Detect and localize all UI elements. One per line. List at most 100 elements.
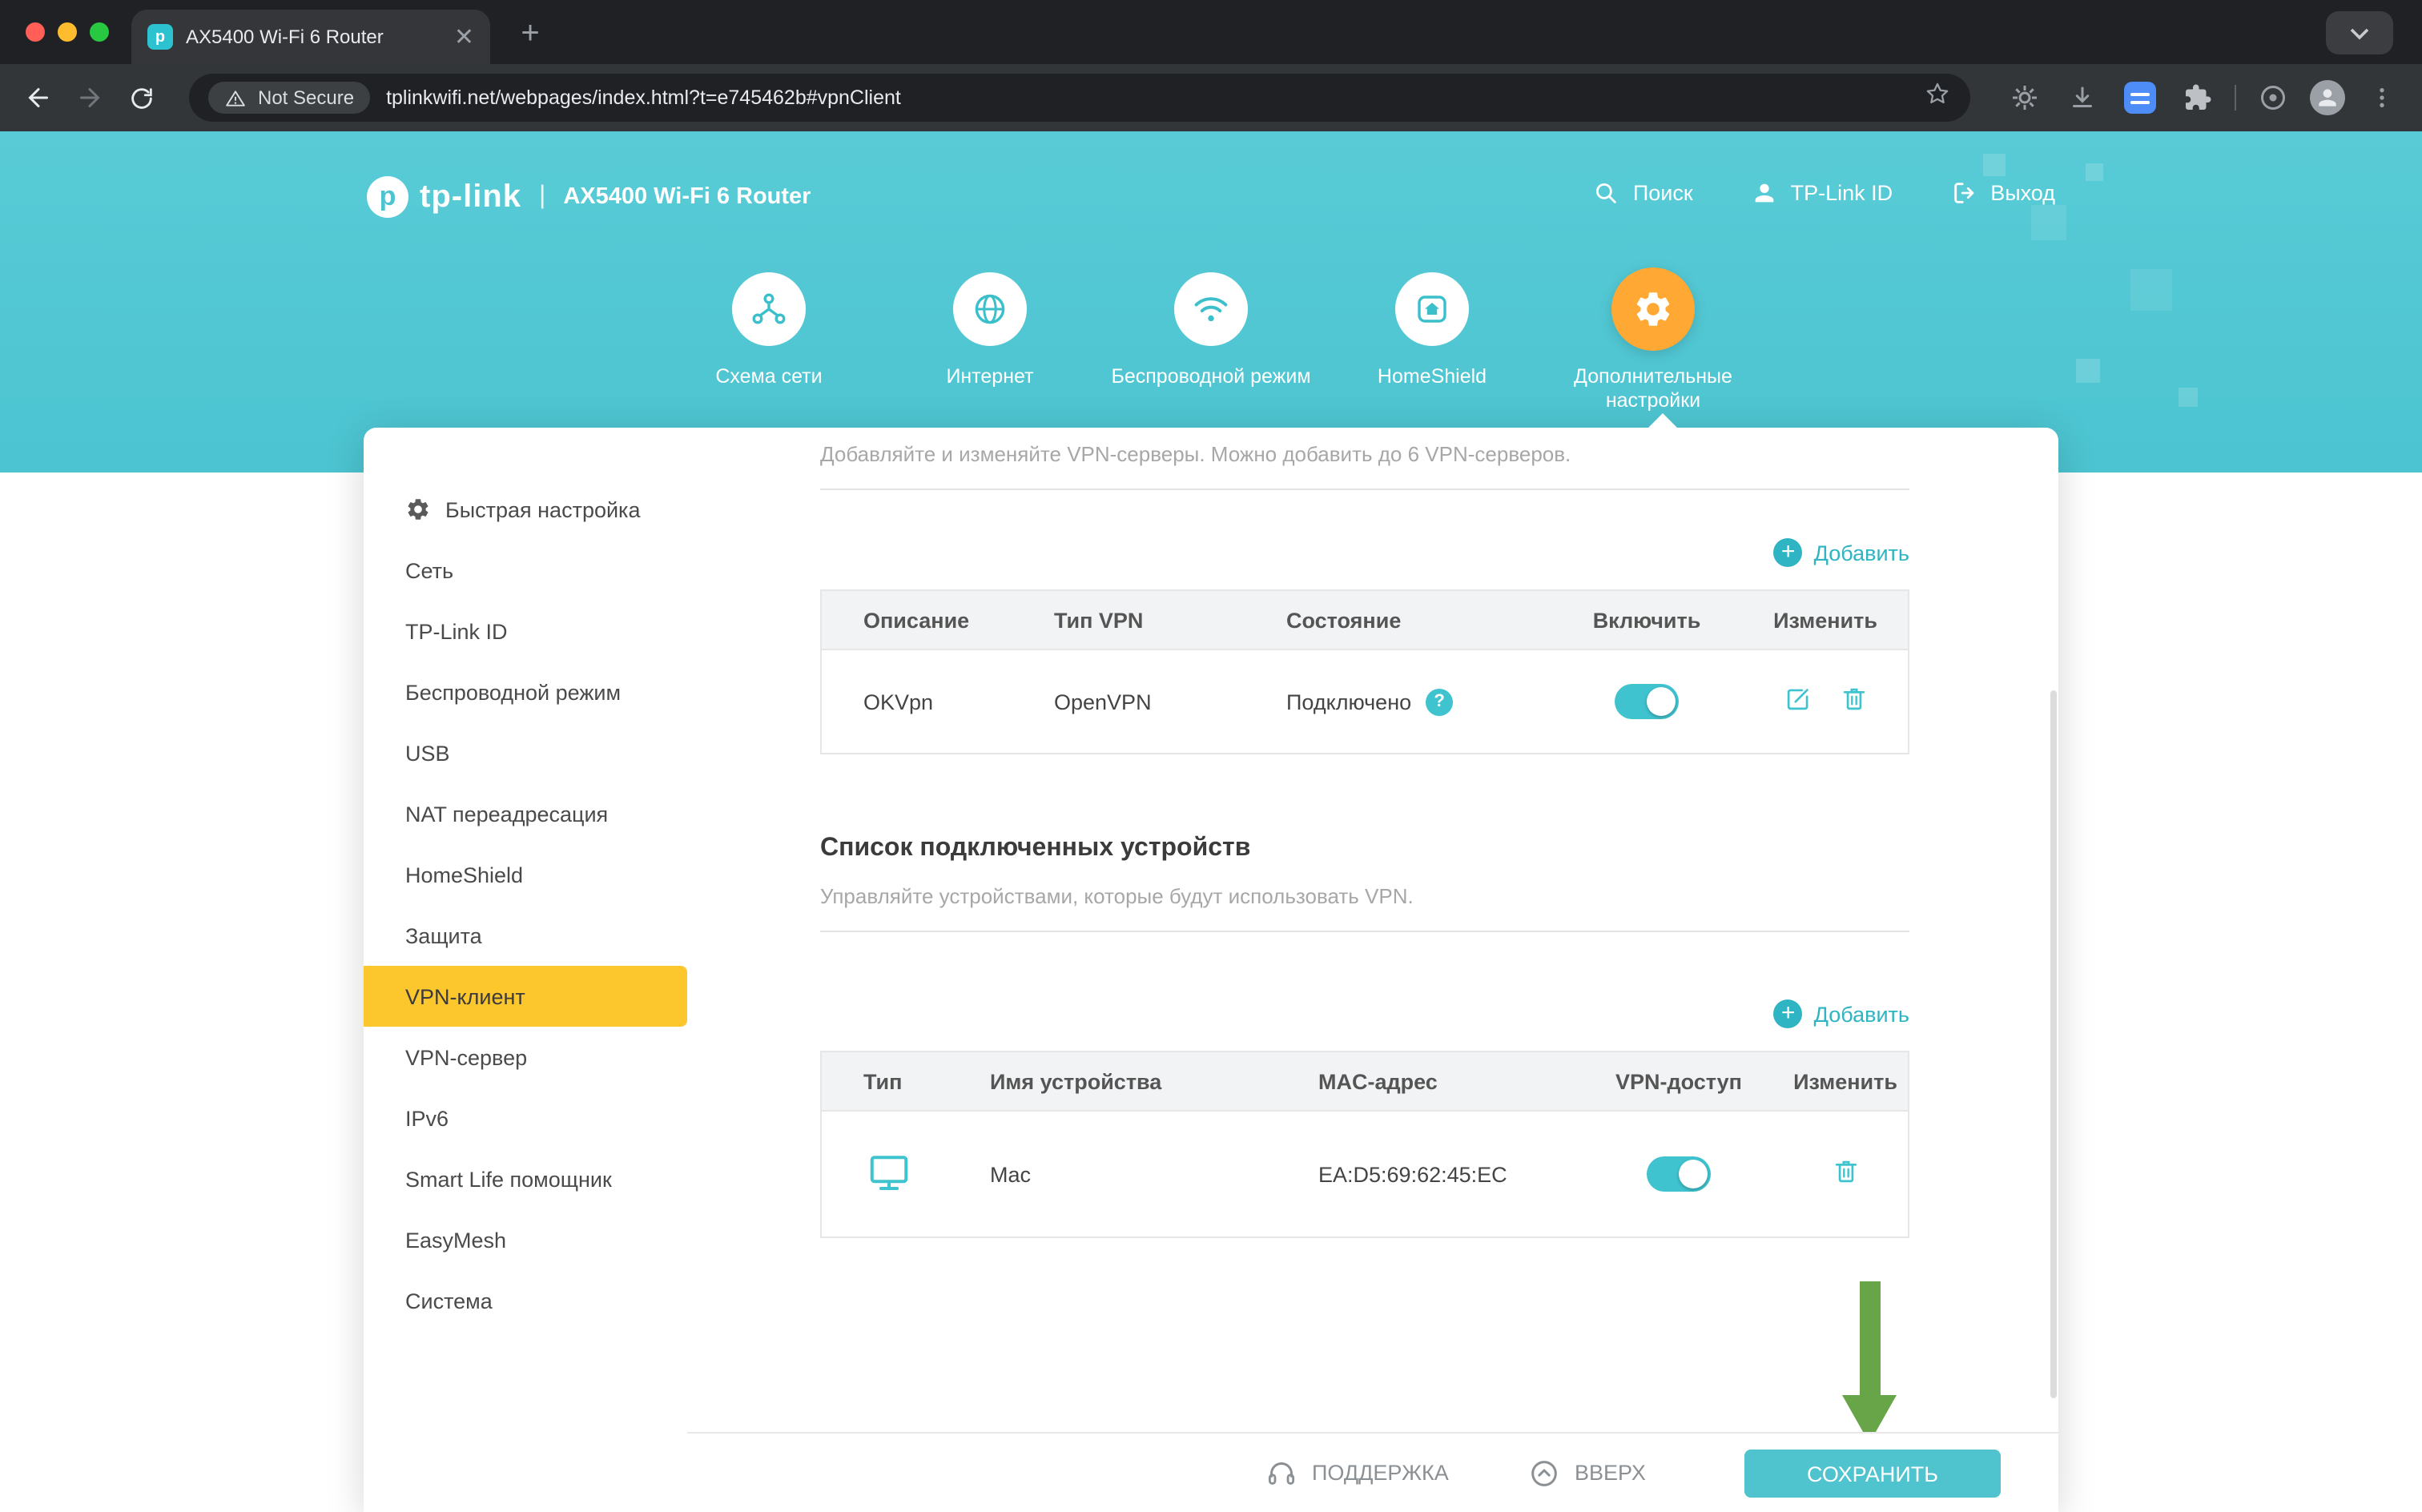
trash-icon[interactable] bbox=[1838, 684, 1869, 719]
sidebar-item-tplink-id[interactable]: TP-Link ID bbox=[364, 601, 687, 662]
device-name-cell: Mac bbox=[974, 1162, 1302, 1186]
tab-search-chevron-icon[interactable] bbox=[2326, 11, 2393, 54]
logout-icon bbox=[1950, 179, 1977, 207]
sidebar-item-security[interactable]: Защита bbox=[364, 905, 687, 966]
sidebar-item-label: Защита bbox=[405, 923, 482, 947]
brand-row: p tp-link | AX5400 Wi-Fi 6 Router bbox=[367, 173, 811, 221]
forward-button[interactable] bbox=[64, 74, 115, 122]
devices-section-title: Список подключенных устройств bbox=[820, 834, 1909, 863]
sidebar-item-network[interactable]: Сеть bbox=[364, 540, 687, 601]
devices-description: Управляйте устройствами, которые будут и… bbox=[820, 884, 1909, 932]
sidebar-item-quick-setup[interactable]: Быстрая настройка bbox=[364, 479, 687, 540]
card-footer: ПОДДЕРЖКА ВВЕРХ СОХРАНИТЬ bbox=[687, 1432, 2058, 1512]
vpn-description-cell: OKVpn bbox=[822, 690, 1038, 714]
help-icon[interactable]: ? bbox=[1426, 688, 1453, 715]
tplink-id-action[interactable]: TP-Link ID bbox=[1751, 179, 1893, 207]
browser-menu-icon[interactable] bbox=[2361, 77, 2403, 119]
edit-icon[interactable] bbox=[1782, 684, 1812, 719]
sidebar-item-label: TP-Link ID bbox=[405, 619, 508, 643]
gear-icon bbox=[1611, 267, 1695, 351]
sidebar-item-usb[interactable]: USB bbox=[364, 722, 687, 783]
nav-item-homeshield[interactable]: HomeShield bbox=[1322, 266, 1543, 413]
nav-label: Схема сети bbox=[658, 365, 879, 389]
sidebar-item-vpn-client[interactable]: VPN-клиент bbox=[364, 966, 687, 1027]
browser-toolbar: Not Secure tplinkwifi.net/webpages/index… bbox=[0, 64, 2422, 131]
col-status: Состояние bbox=[1270, 608, 1551, 632]
new-tab-button[interactable]: + bbox=[509, 13, 551, 54]
sidebar-item-label: Беспроводной режим bbox=[405, 680, 621, 704]
table-header: Тип Имя устройства MAC-адрес VPN-доступ … bbox=[822, 1052, 1908, 1112]
vpn-servers-description: Добавляйте и изменяйте VPN-серверы. Можн… bbox=[820, 428, 1909, 490]
sidebar-item-vpn-server[interactable]: VPN-сервер bbox=[364, 1027, 687, 1088]
sidebar-item-nat[interactable]: NAT переадресация bbox=[364, 783, 687, 844]
sidebar-item-ipv6[interactable]: IPv6 bbox=[364, 1088, 687, 1148]
headphones-icon bbox=[1265, 1457, 1298, 1489]
browser-tab[interactable]: p AX5400 Wi-Fi 6 Router ✕ bbox=[131, 10, 490, 64]
security-label: Not Secure bbox=[258, 86, 354, 109]
support-label: ПОДДЕРЖКА bbox=[1312, 1461, 1449, 1485]
col-vpn-type: Тип VPN bbox=[1038, 608, 1270, 632]
scroll-up-button[interactable]: ВВЕРХ bbox=[1528, 1434, 1646, 1512]
toolbar-divider bbox=[2235, 85, 2236, 111]
nav-item-wireless[interactable]: Беспроводной режим bbox=[1100, 266, 1322, 413]
search-icon bbox=[1593, 179, 1620, 207]
decor-square bbox=[2031, 205, 2066, 240]
sidebar-item-label: Smart Life помощник bbox=[405, 1167, 612, 1191]
url-text: tplinkwifi.net/webpages/index.html?t=e74… bbox=[386, 86, 901, 109]
arrow-up-circle-icon bbox=[1528, 1457, 1560, 1489]
search-label: Поиск bbox=[1633, 181, 1693, 205]
support-button[interactable]: ПОДДЕРЖКА bbox=[1265, 1434, 1449, 1512]
device-row: Mac EA:D5:69:62:45:EC bbox=[822, 1112, 1908, 1237]
vpn-type-cell: OpenVPN bbox=[1038, 690, 1270, 714]
sidebar-item-label: Сеть bbox=[405, 558, 453, 582]
vpn-access-toggle[interactable] bbox=[1647, 1156, 1711, 1192]
sidebar-item-easymesh[interactable]: EasyMesh bbox=[364, 1209, 687, 1270]
warning-icon bbox=[224, 87, 247, 108]
close-tab-icon[interactable]: ✕ bbox=[454, 25, 474, 49]
sidebar-item-label: IPv6 bbox=[405, 1106, 449, 1130]
refresh-button[interactable] bbox=[115, 74, 167, 122]
sidebar-item-smart-life[interactable]: Smart Life помощник bbox=[364, 1148, 687, 1209]
vpn-status-cell: Подключено ? bbox=[1270, 688, 1551, 715]
add-device-button[interactable]: + Добавить bbox=[1774, 999, 1909, 1028]
router-header: p tp-link | AX5400 Wi-Fi 6 Router Поиск … bbox=[0, 131, 2422, 472]
bookmark-star-icon[interactable] bbox=[1924, 80, 1951, 115]
address-bar[interactable]: Not Secure tplinkwifi.net/webpages/index… bbox=[189, 74, 1970, 122]
sidebar-item-label: Система bbox=[405, 1289, 493, 1313]
homeshield-icon bbox=[1395, 272, 1469, 346]
profile-avatar[interactable] bbox=[2310, 80, 2345, 115]
add-vpn-server-button[interactable]: + Добавить bbox=[1774, 538, 1909, 567]
trash-icon[interactable] bbox=[1830, 1156, 1861, 1192]
plus-icon: + bbox=[1774, 538, 1803, 567]
extension-gear-icon[interactable] bbox=[2004, 77, 2046, 119]
extension-keyboard-icon[interactable] bbox=[2119, 77, 2161, 119]
back-button[interactable] bbox=[13, 74, 64, 122]
header-actions: Поиск TP-Link ID Выход bbox=[1593, 179, 2055, 207]
browser-tab-strip: p AX5400 Wi-Fi 6 Router ✕ + bbox=[0, 0, 2422, 64]
sidebar-item-label: USB bbox=[405, 741, 450, 765]
col-description: Описание bbox=[822, 608, 1038, 632]
nav-item-network-map[interactable]: Схема сети bbox=[658, 266, 879, 413]
nav-item-internet[interactable]: Интернет bbox=[879, 266, 1100, 413]
sidebar-item-homeshield[interactable]: HomeShield bbox=[364, 844, 687, 905]
account-icon bbox=[1751, 179, 1778, 207]
extension-download-icon[interactable] bbox=[2062, 77, 2103, 119]
extensions-puzzle-icon[interactable] bbox=[2177, 77, 2219, 119]
sidebar-item-wireless[interactable]: Беспроводной режим bbox=[364, 662, 687, 722]
sidebar-item-system[interactable]: Система bbox=[364, 1270, 687, 1331]
vpn-enable-toggle[interactable] bbox=[1615, 684, 1679, 719]
search-action[interactable]: Поиск bbox=[1593, 179, 1693, 207]
nav-item-advanced-settings[interactable]: Дополнительные настройки bbox=[1543, 266, 1764, 413]
logout-action[interactable]: Выход bbox=[1950, 179, 2055, 207]
save-button[interactable]: СОХРАНИТЬ bbox=[1744, 1450, 2001, 1498]
zoom-window-button[interactable] bbox=[90, 22, 109, 42]
close-window-button[interactable] bbox=[26, 22, 45, 42]
security-chip[interactable]: Not Secure bbox=[208, 82, 370, 114]
nav-label: Интернет bbox=[879, 365, 1100, 389]
card-scrollbar[interactable] bbox=[2050, 690, 2057, 1398]
extension-shield-icon[interactable] bbox=[2252, 77, 2294, 119]
minimize-window-button[interactable] bbox=[58, 22, 77, 42]
network-map-icon bbox=[732, 272, 806, 346]
wifi-icon bbox=[1174, 272, 1248, 346]
sidebar-item-label: NAT переадресация bbox=[405, 802, 608, 826]
